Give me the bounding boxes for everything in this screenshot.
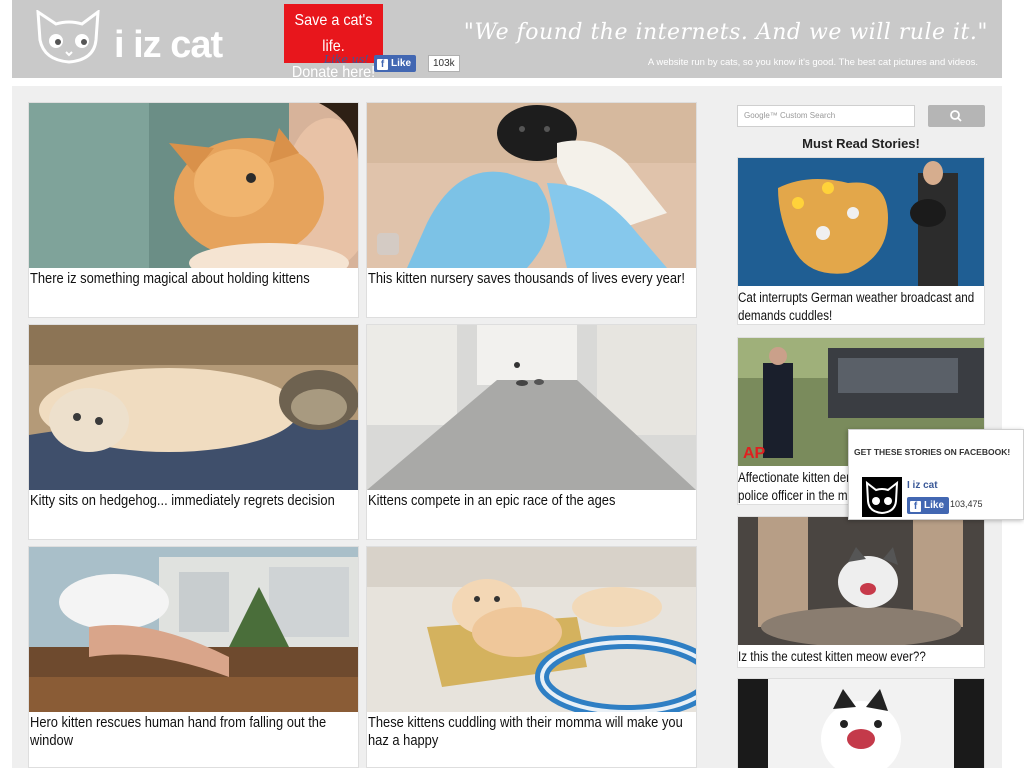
sidebar-story[interactable]: Cat interrupts German weather broadcast … xyxy=(737,157,985,325)
article-card[interactable]: Kittens compete in an epic race of the a… xyxy=(366,324,697,540)
search-button[interactable] xyxy=(928,105,985,127)
google-search-input[interactable]: Google™ Custom Search xyxy=(737,105,915,127)
facebook-popup: GET THESE STORIES ON FACEBOOK! I iz cat … xyxy=(848,429,1024,520)
article-thumbnail[interactable] xyxy=(29,547,358,712)
story-title[interactable]: Iz this the cutest kitten meow ever?? xyxy=(738,648,983,666)
sidebar-heading: Must Read Stories! xyxy=(802,136,920,151)
article-thumbnail[interactable] xyxy=(367,547,696,712)
article-thumbnail[interactable] xyxy=(367,325,696,490)
story-thumbnail[interactable] xyxy=(738,679,984,768)
article-title[interactable]: This kitten nursery saves thousands of l… xyxy=(368,270,693,288)
facebook-like-label: Like xyxy=(924,500,945,511)
facebook-like-label: Like xyxy=(391,58,412,69)
site-logo[interactable]: i iz cat xyxy=(36,10,236,68)
svg-text:AP: AP xyxy=(743,445,766,462)
search-icon xyxy=(950,110,962,122)
logo-text: i iz cat xyxy=(114,24,223,66)
story-thumbnail[interactable] xyxy=(738,158,984,286)
article-card[interactable]: This kitten nursery saves thousands of l… xyxy=(366,102,697,318)
cat-face-logo-icon xyxy=(36,10,100,64)
article-card[interactable]: There iz something magical about holding… xyxy=(28,102,359,318)
facebook-icon: f xyxy=(377,59,388,70)
article-card[interactable]: Kitty sits on hedgehog... immediately re… xyxy=(28,324,359,540)
article-title[interactable]: Hero kitten rescues human hand from fall… xyxy=(30,714,355,750)
article-thumbnail[interactable] xyxy=(367,103,696,268)
story-title[interactable]: Cat interrupts German weather broadcast … xyxy=(738,289,983,325)
site-header: i iz cat Save a cat's life. Donate here!… xyxy=(12,0,1002,81)
sidebar-story[interactable] xyxy=(737,678,985,768)
article-thumbnail[interactable] xyxy=(29,325,358,490)
facebook-popup-title: GET THESE STORIES ON FACEBOOK! xyxy=(854,447,1011,457)
article-card[interactable]: Hero kitten rescues human hand from fall… xyxy=(28,546,359,768)
facebook-like-button[interactable]: f Like xyxy=(374,55,417,72)
sidebar-story[interactable]: Iz this the cutest kitten meow ever?? xyxy=(737,516,985,668)
page-name-link[interactable]: I iz cat xyxy=(907,480,938,491)
site-subtagline: A website run by cats, so you know it's … xyxy=(647,57,978,68)
facebook-like-count: 103,475 xyxy=(950,499,983,509)
article-title[interactable]: Kitty sits on hedgehog... immediately re… xyxy=(30,492,355,510)
main-content: There iz something magical about holding… xyxy=(12,86,1002,768)
article-title[interactable]: Kittens compete in an epic race of the a… xyxy=(368,492,693,510)
facebook-like-button[interactable]: f Like xyxy=(907,497,950,514)
article-title[interactable]: These kittens cuddling with their momma … xyxy=(368,714,693,750)
article-card[interactable]: These kittens cuddling with their momma … xyxy=(366,546,697,768)
cat-face-icon xyxy=(865,480,899,515)
facebook-like-count: 103k xyxy=(428,55,460,72)
facebook-icon: f xyxy=(910,501,921,512)
like-us-label: Like us! xyxy=(324,53,369,66)
article-title[interactable]: There iz something magical about holding… xyxy=(30,270,355,288)
story-thumbnail[interactable] xyxy=(738,517,984,645)
article-thumbnail[interactable] xyxy=(29,103,358,268)
page-avatar[interactable] xyxy=(862,477,902,517)
site-tagline: "We found the internets. And we will rul… xyxy=(463,20,988,45)
